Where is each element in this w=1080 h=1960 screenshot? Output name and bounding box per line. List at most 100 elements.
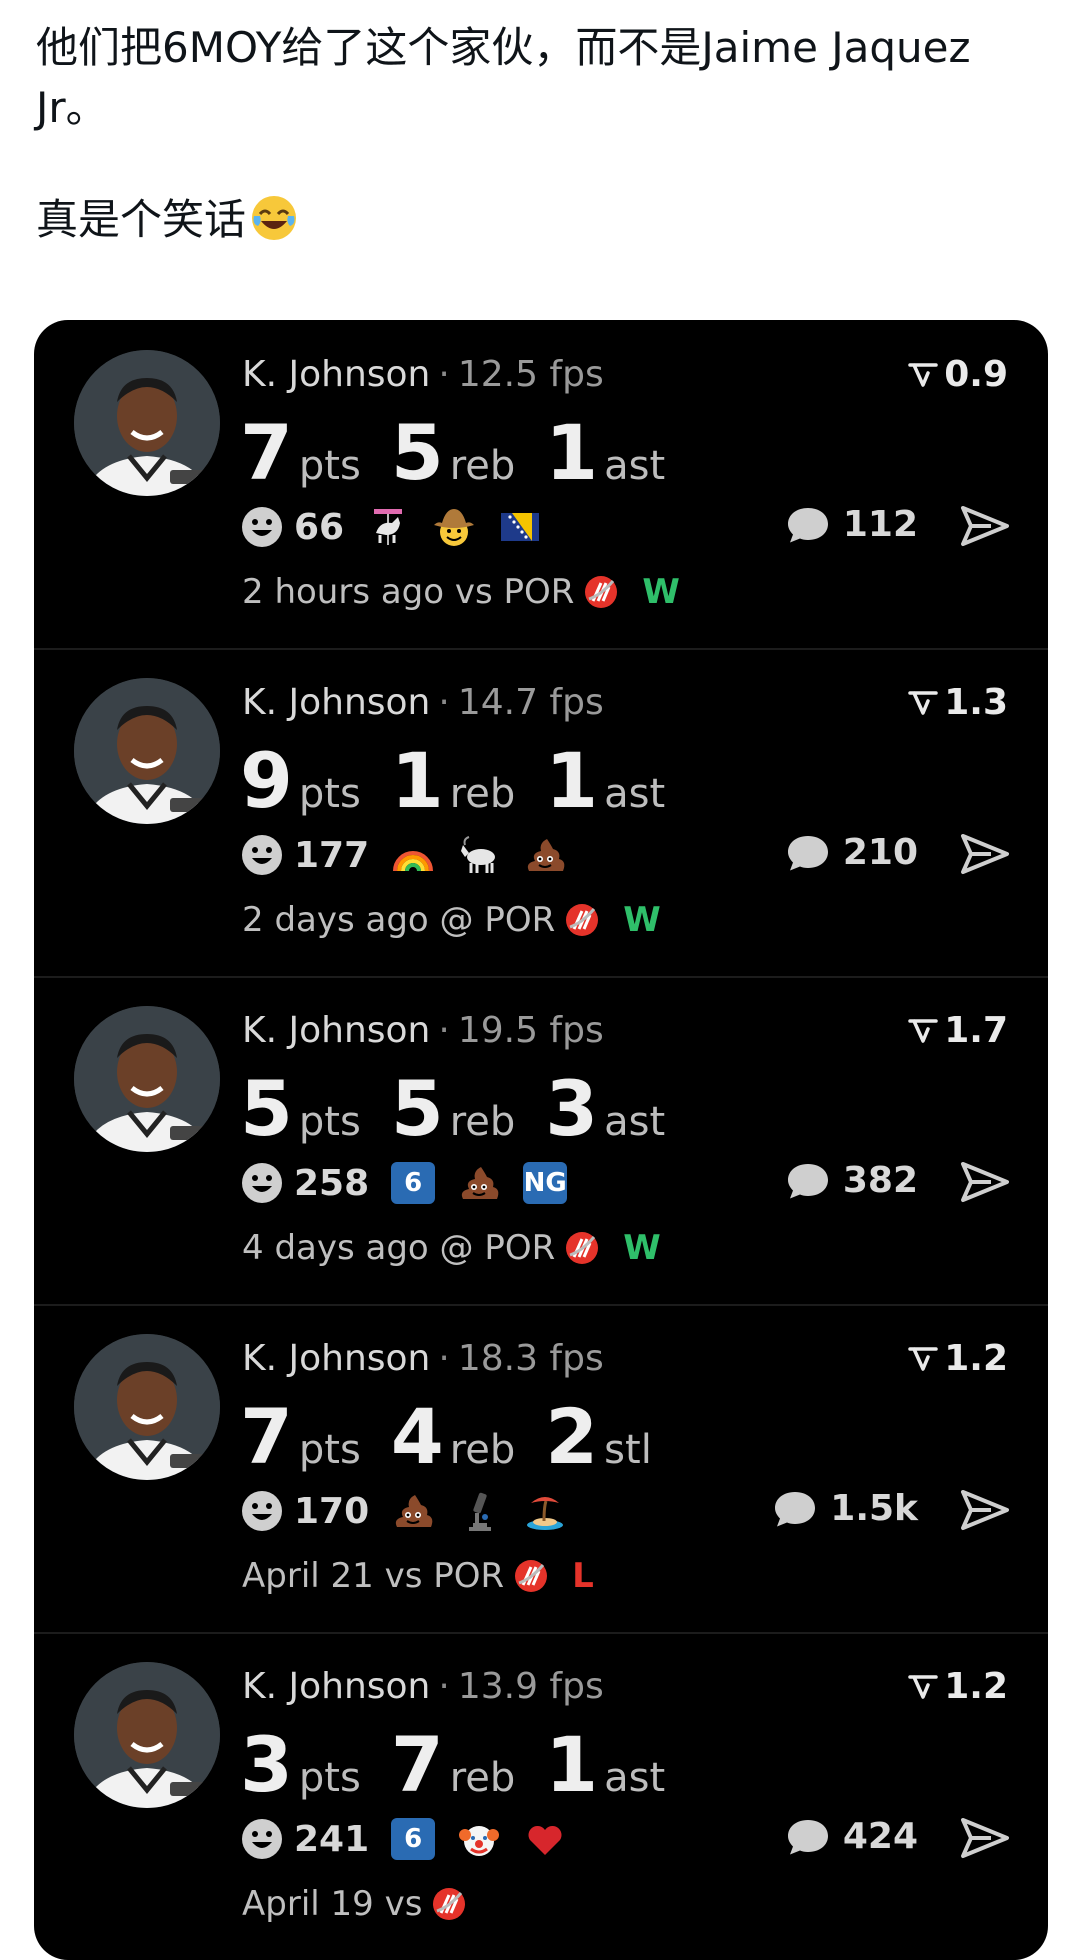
stat-value: 3	[545, 1064, 599, 1153]
reactions[interactable]: 258 6 NG	[240, 1158, 589, 1208]
game-result: W	[642, 572, 680, 612]
share-send-icon[interactable]	[960, 1160, 1010, 1204]
reactions[interactable]: 66	[240, 502, 564, 552]
rating-delta-value: 1.2	[944, 1666, 1008, 1707]
stat-unit: reb	[449, 1427, 516, 1473]
comments-button[interactable]: 1.5k	[772, 1488, 918, 1529]
comments-button[interactable]: 210	[785, 832, 918, 873]
fantasy-points: 14.7 fps	[457, 682, 604, 723]
game-meta: 2 hours ago vs POR W	[242, 572, 680, 612]
game-row[interactable]: K. Johnson · 19.5 fps 1.7 5 pts 5 reb 3 ast 258…	[34, 976, 1048, 1306]
comment-bubble-icon	[775, 1491, 816, 1526]
row-header: K. Johnson · 19.5 fps	[242, 1010, 604, 1051]
share-send-icon[interactable]	[960, 1816, 1010, 1860]
microscope-icon	[457, 1489, 501, 1533]
stat-value: 7	[390, 1720, 444, 1809]
comment-count: 1.5k	[830, 1488, 918, 1529]
player-photo-icon	[74, 678, 220, 824]
comments-button[interactable]: 382	[785, 1160, 918, 1201]
opponent[interactable]: vs	[385, 1884, 423, 1924]
stat-item: 2 stl	[545, 1392, 652, 1482]
blazers-logo-icon	[433, 1888, 466, 1920]
fantasy-points: 12.5 fps	[457, 354, 604, 395]
rainbow-icon	[391, 833, 435, 877]
reactions[interactable]: 241 6	[240, 1814, 589, 1864]
trend-arrow-icon	[908, 1018, 938, 1043]
player-name[interactable]: K. Johnson	[242, 354, 430, 395]
player-avatar[interactable]	[74, 350, 220, 496]
stat-unit: reb	[449, 443, 516, 489]
player-avatar[interactable]	[74, 1662, 220, 1808]
player-name[interactable]: K. Johnson	[242, 1010, 430, 1051]
rating-delta: 1.3	[908, 682, 1008, 723]
game-time: April 21	[242, 1556, 374, 1596]
stat-value: 5	[240, 1064, 293, 1153]
stat-item: 9 pts	[240, 736, 361, 826]
stat-value: 1	[545, 408, 599, 497]
stat-item: 7 pts	[240, 1392, 361, 1482]
opponent[interactable]: @ POR	[440, 1228, 556, 1268]
player-name[interactable]: K. Johnson	[242, 682, 430, 723]
game-row[interactable]: K. Johnson · 14.7 fps 1.3 9 pts 1 reb 1 ast 177…	[34, 648, 1048, 978]
blazers-logo-icon	[585, 576, 618, 608]
player-photo-icon	[74, 350, 220, 496]
stat-unit: pts	[298, 443, 361, 489]
rating-delta: 1.7	[908, 1010, 1008, 1051]
smiley-react-icon[interactable]	[240, 1161, 284, 1205]
stat-value: 7	[240, 408, 293, 497]
stat-item: 5 pts	[240, 1064, 361, 1154]
stat-unit: reb	[449, 1099, 516, 1145]
rating-delta-value: 1.2	[944, 1338, 1008, 1379]
trend-arrow-icon	[908, 1674, 938, 1699]
bosnia-flag-icon	[498, 505, 542, 549]
stat-unit: ast	[604, 1755, 666, 1801]
rating-delta-value: 1.3	[944, 682, 1008, 723]
stat-item: 1 ast	[545, 1720, 665, 1810]
smiley-react-icon[interactable]	[240, 1817, 284, 1861]
smiley-react-icon[interactable]	[240, 833, 284, 877]
poop-icon	[457, 1161, 501, 1205]
game-row[interactable]: K. Johnson · 12.5 fps 0.9 7 pts 5 reb 1 ast 66 …	[34, 320, 1048, 650]
smiley-react-icon[interactable]	[240, 1489, 284, 1533]
player-avatar[interactable]	[74, 1334, 220, 1480]
opponent[interactable]: vs POR	[455, 572, 575, 612]
carousel-horse-icon	[366, 505, 410, 549]
stat-unit: pts	[298, 1099, 361, 1145]
game-log-card: K. Johnson · 12.5 fps 0.9 7 pts 5 reb 1 ast 66 …	[34, 320, 1048, 1960]
player-avatar[interactable]	[74, 1006, 220, 1152]
reaction-count: 177	[294, 834, 370, 876]
game-row[interactable]: K. Johnson · 18.3 fps 1.2 7 pts 4 reb 2 stl 170…	[34, 1304, 1048, 1634]
trend-arrow-icon	[908, 1346, 938, 1371]
smiley-react-icon[interactable]	[240, 505, 284, 549]
comments-button[interactable]: 112	[785, 504, 918, 545]
stat-item: 1 ast	[545, 408, 665, 498]
stat-item: 1 reb	[391, 736, 515, 826]
rating-delta: 1.2	[908, 1666, 1008, 1707]
stat-value: 1	[545, 736, 599, 825]
stat-line: 3 pts 7 reb 1 ast	[240, 1720, 695, 1810]
post-line-1: 他们把6MOY给了这个家伙，而不是Jaime Jaquez Jr。	[36, 23, 971, 132]
fantasy-points: 13.9 fps	[457, 1666, 604, 1707]
stat-item: 3 ast	[545, 1064, 665, 1154]
share-send-icon[interactable]	[960, 504, 1010, 548]
player-name[interactable]: K. Johnson	[242, 1338, 430, 1379]
game-row[interactable]: K. Johnson · 13.9 fps 1.2 3 pts 7 reb 1 ast 241…	[34, 1632, 1048, 1960]
reactions[interactable]: 177	[240, 830, 589, 880]
comment-bubble-icon	[787, 1163, 828, 1198]
player-avatar[interactable]	[74, 678, 220, 824]
reactions[interactable]: 170	[240, 1486, 589, 1536]
cowboy-face-icon	[432, 505, 476, 549]
opponent[interactable]: @ POR	[440, 900, 556, 940]
opponent[interactable]: vs POR	[385, 1556, 505, 1596]
comments-button[interactable]: 424	[785, 1816, 918, 1857]
stat-item: 5 reb	[391, 1064, 515, 1154]
goat-icon	[457, 833, 501, 877]
game-meta: April 19 vs	[242, 1884, 490, 1924]
share-send-icon[interactable]	[960, 1488, 1010, 1532]
share-send-icon[interactable]	[960, 832, 1010, 876]
poop-icon	[391, 1489, 435, 1533]
stat-item: 4 reb	[391, 1392, 515, 1482]
reaction-count: 66	[294, 506, 345, 548]
player-name[interactable]: K. Johnson	[242, 1666, 430, 1707]
post-text: 他们把6MOY给了这个家伙，而不是Jaime Jaquez Jr。 真是个笑话	[36, 18, 1046, 250]
